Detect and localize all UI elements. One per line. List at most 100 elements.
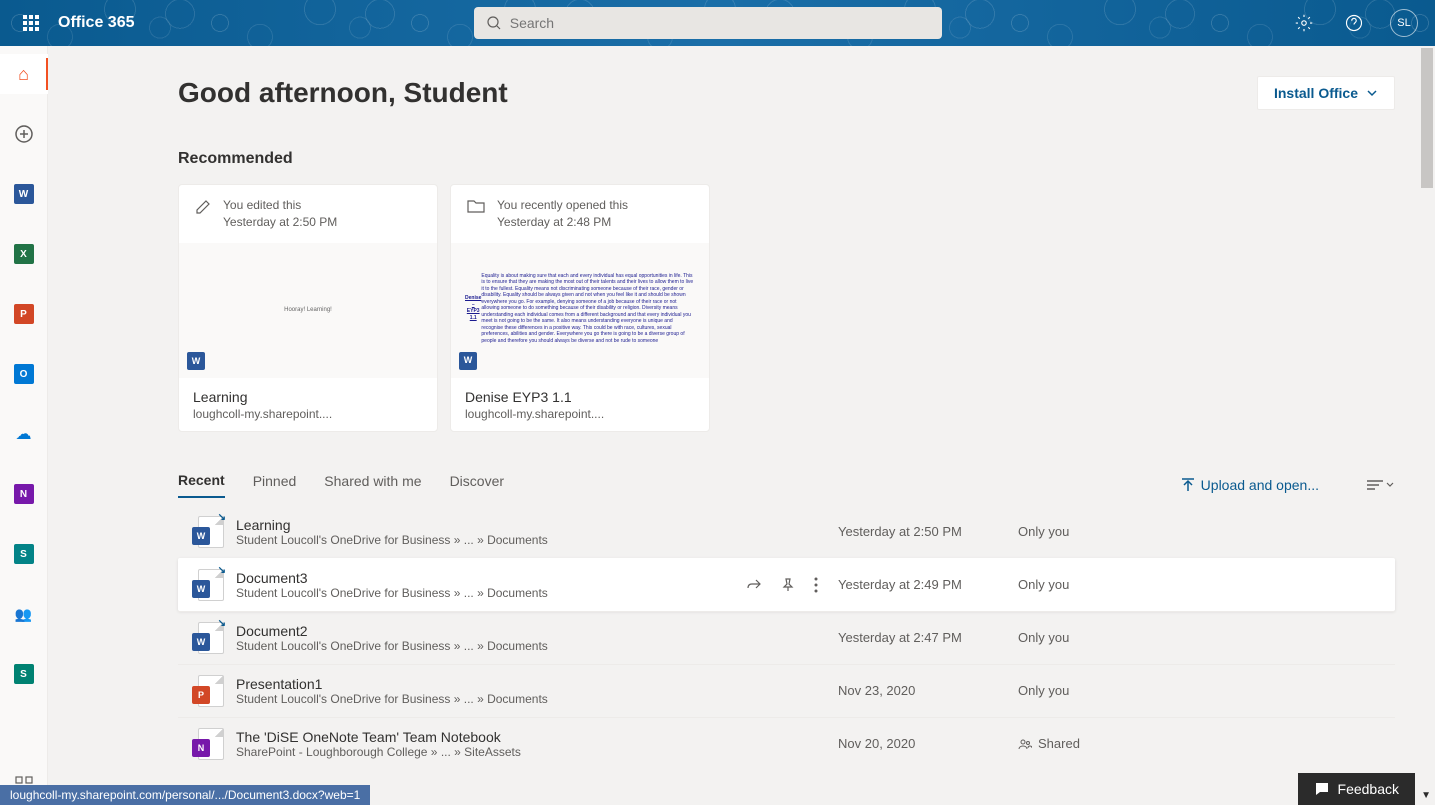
brand-label[interactable]: Office 365 <box>58 14 134 32</box>
file-timestamp: Nov 20, 2020 <box>838 736 1018 751</box>
recommended-cards: You edited thisYesterday at 2:50 PMHoora… <box>178 184 1395 432</box>
people-icon <box>1018 737 1032 751</box>
more-icon <box>814 577 818 593</box>
pin-button[interactable] <box>780 577 796 593</box>
search-box[interactable] <box>474 7 942 39</box>
install-office-label: Install Office <box>1274 85 1358 101</box>
feedback-button[interactable]: Feedback <box>1298 773 1415 805</box>
gear-icon <box>1295 14 1313 32</box>
upload-icon <box>1181 478 1195 492</box>
avatar: SL <box>1390 9 1418 37</box>
powerpoint-icon: P <box>14 304 34 324</box>
file-share-status: Only you <box>1018 630 1069 645</box>
file-path: Student Loucoll's OneDrive for Business … <box>236 639 726 653</box>
help-button[interactable] <box>1331 0 1377 46</box>
file-name: The 'DiSE OneNote Team' Team Notebook <box>236 729 726 745</box>
file-timestamp: Yesterday at 2:50 PM <box>838 524 1018 539</box>
word-icon: W <box>14 184 34 204</box>
file-share-status: Only you <box>1018 524 1069 539</box>
feedback-dropdown-icon[interactable]: ▼ <box>1421 790 1431 801</box>
file-share-status: Only you <box>1018 683 1069 698</box>
file-name: Learning <box>236 517 726 533</box>
card-location: loughcoll-my.sharepoint.... <box>465 407 695 421</box>
file-row[interactable]: W↘ LearningStudent Loucoll's OneDrive for… <box>178 506 1395 558</box>
file-icon: W↘ <box>192 516 224 548</box>
file-path: Student Loucoll's OneDrive for Business … <box>236 533 726 547</box>
app-launcher-button[interactable] <box>8 0 54 46</box>
file-icon: W↘ <box>192 622 224 654</box>
file-name: Presentation1 <box>236 676 726 692</box>
recommended-heading: Recommended <box>178 150 1395 168</box>
header-bar: Office 365 SL <box>0 0 1435 46</box>
file-icon: W↘ <box>192 569 224 601</box>
sidebar-item-create[interactable] <box>0 114 48 154</box>
file-name: Document3 <box>236 570 726 586</box>
recommended-card[interactable]: You recently opened thisYesterday at 2:4… <box>450 184 710 432</box>
file-share-status: Shared <box>1018 736 1080 751</box>
view-options-button[interactable] <box>1367 479 1395 491</box>
file-path: SharePoint - Loughborough College » ... … <box>236 745 726 759</box>
tab-discover[interactable]: Discover <box>450 473 504 497</box>
file-path: Student Loucoll's OneDrive for Business … <box>236 692 726 706</box>
outlook-icon: O <box>14 364 34 384</box>
chevron-down-icon <box>1385 480 1395 490</box>
card-action-text: You recently opened thisYesterday at 2:4… <box>497 197 628 231</box>
settings-button[interactable] <box>1281 0 1327 46</box>
excel-icon: X <box>14 244 34 264</box>
sidebar-item-sway[interactable]: S <box>0 654 48 694</box>
sidebar-item-onedrive[interactable]: ☁ <box>0 414 48 454</box>
list-icon <box>1367 479 1383 491</box>
plus-icon <box>14 124 34 144</box>
sidebar-item-onenote[interactable]: N <box>0 474 48 514</box>
sidebar-item-outlook[interactable]: O <box>0 354 48 394</box>
scrollbar-thumb[interactable] <box>1421 48 1433 188</box>
card-location: loughcoll-my.sharepoint.... <box>193 407 423 421</box>
waffle-icon <box>23 15 39 31</box>
sway-icon: S <box>14 664 34 684</box>
card-title: Learning <box>193 389 423 405</box>
cloud-icon: ☁ <box>16 424 32 444</box>
teams-icon: 👥 <box>15 606 32 623</box>
sidebar-item-powerpoint[interactable]: P <box>0 294 48 334</box>
sidebar-item-excel[interactable]: X <box>0 234 48 274</box>
file-row[interactable]: NThe 'DiSE OneNote Team' Team NotebookSh… <box>178 717 1395 770</box>
search-input[interactable] <box>510 15 930 31</box>
tab-recent[interactable]: Recent <box>178 472 225 498</box>
file-icon: P <box>192 675 224 707</box>
home-icon: ⌂ <box>18 64 29 85</box>
install-office-button[interactable]: Install Office <box>1257 76 1395 110</box>
sidebar-item-teams[interactable]: 👥 <box>0 594 48 634</box>
scrollbar[interactable] <box>1419 46 1435 805</box>
card-preview: Hooray! Learning!W <box>179 243 437 378</box>
share-button[interactable] <box>746 577 762 593</box>
upload-and-open-link[interactable]: Upload and open... <box>1181 477 1319 493</box>
sidebar: ⌂ W X P O ☁ N S 👥 S <box>0 46 48 805</box>
open-arrow-icon: ↘ <box>218 618 226 629</box>
file-timestamp: Nov 23, 2020 <box>838 683 1018 698</box>
file-row[interactable]: W↘Document3Student Loucoll's OneDrive fo… <box>178 558 1395 611</box>
feedback-label: Feedback <box>1338 781 1399 797</box>
card-title: Denise EYP3 1.1 <box>465 389 695 405</box>
account-button[interactable]: SL <box>1381 0 1427 46</box>
tabs-bar: Recent Pinned Shared with me Discover Upload… <box>178 472 1395 498</box>
sidebar-item-sharepoint[interactable]: S <box>0 534 48 574</box>
sharepoint-icon: S <box>14 544 34 564</box>
more-button[interactable] <box>814 577 818 593</box>
onenote-icon: N <box>14 484 34 504</box>
tab-pinned[interactable]: Pinned <box>253 473 297 497</box>
help-icon <box>1345 14 1363 32</box>
pin-icon <box>780 577 796 593</box>
file-row[interactable]: P Presentation1Student Loucoll's OneDrive… <box>178 664 1395 717</box>
share-icon <box>746 577 762 593</box>
file-timestamp: Yesterday at 2:47 PM <box>838 630 1018 645</box>
file-row[interactable]: W↘Document2Student Loucoll's OneDrive fo… <box>178 611 1395 664</box>
word-icon: W <box>187 352 205 370</box>
chevron-down-icon <box>1366 87 1378 99</box>
file-timestamp: Yesterday at 2:49 PM <box>838 577 1018 592</box>
sidebar-item-word[interactable]: W <box>0 174 48 214</box>
sidebar-item-home[interactable]: ⌂ <box>0 54 48 94</box>
file-icon: N <box>192 728 224 760</box>
open-arrow-icon: ↘ <box>218 512 226 523</box>
recommended-card[interactable]: You edited thisYesterday at 2:50 PMHoora… <box>178 184 438 432</box>
tab-shared-with-me[interactable]: Shared with me <box>324 473 421 497</box>
